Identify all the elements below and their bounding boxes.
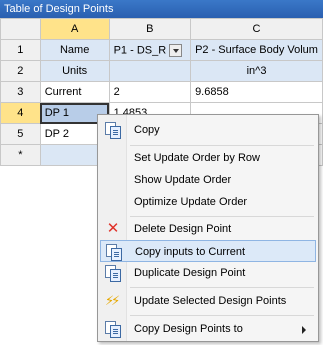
menu-item-set-update-order[interactable]: Set Update Order by Row <box>100 147 316 169</box>
column-header-b[interactable]: B <box>108 18 192 40</box>
menu-item-label: Copy inputs to Current <box>135 246 246 258</box>
corner-cell[interactable] <box>0 18 41 40</box>
menu-item-copy-design-points-to[interactable]: Copy Design Points to <box>100 318 316 340</box>
row-header-1[interactable]: 1 <box>0 39 41 61</box>
p2-units-cell[interactable]: in^3 <box>190 60 323 82</box>
menu-item-label: Update Selected Design Points <box>134 295 287 307</box>
copy-icon <box>105 122 121 139</box>
menu-item-label: Optimize Update Order <box>134 196 248 208</box>
row-header-4[interactable]: 4 <box>0 102 41 124</box>
menu-item-optimize-update-order[interactable]: Optimize Update Order <box>100 191 316 213</box>
p1-units-cell[interactable] <box>108 60 192 82</box>
row-header-new[interactable]: * <box>0 144 41 166</box>
dropdown-icon[interactable] <box>169 43 183 57</box>
delete-icon: ✕ <box>106 220 120 237</box>
copy-icon <box>105 265 121 282</box>
column-header-a[interactable]: A <box>39 18 110 40</box>
copy-icon <box>105 321 121 338</box>
menu-item-label: Duplicate Design Point <box>134 267 246 279</box>
row-header-3[interactable]: 3 <box>0 81 41 103</box>
menu-item-copy-inputs-to-current[interactable]: Copy inputs to Current <box>100 240 316 262</box>
units-label-cell: Units <box>39 60 110 82</box>
p2-header-cell[interactable]: P2 - Surface Body Volum <box>190 39 323 61</box>
window-title: Table of Design Points <box>0 0 323 18</box>
menu-separator <box>130 315 314 316</box>
menu-separator <box>130 145 314 146</box>
row-header-2[interactable]: 2 <box>0 60 41 82</box>
menu-separator <box>130 216 314 217</box>
menu-item-label: Copy Design Points to <box>134 323 243 335</box>
menu-separator <box>130 287 314 288</box>
menu-item-duplicate-design-point[interactable]: Duplicate Design Point <box>100 262 316 284</box>
menu-item-label: Delete Design Point <box>134 223 232 235</box>
menu-item-label: Copy <box>134 124 160 136</box>
menu-item-delete-design-point[interactable]: ✕ Delete Design Point <box>100 218 316 240</box>
p1-header-cell[interactable]: P1 - DS_R <box>108 39 192 61</box>
column-header-c[interactable]: C <box>190 18 323 40</box>
menu-item-label: Show Update Order <box>134 174 232 186</box>
menu-item-update-selected[interactable]: ⚡⚡ Update Selected Design Points <box>100 290 316 312</box>
context-menu: Copy Set Update Order by Row Show Update… <box>97 114 319 342</box>
row-header-5[interactable]: 5 <box>0 123 41 145</box>
name-cell[interactable]: Current <box>39 81 110 103</box>
p1-cell[interactable]: 2 <box>108 81 192 103</box>
menu-item-show-update-order[interactable]: Show Update Order <box>100 169 316 191</box>
submenu-arrow-icon <box>302 326 306 334</box>
copy-icon <box>106 244 122 261</box>
menu-item-copy[interactable]: Copy <box>100 119 316 141</box>
menu-item-label: Set Update Order by Row <box>134 152 260 164</box>
p2-cell[interactable]: 9.6858 <box>190 81 323 103</box>
name-header-cell[interactable]: Name <box>39 39 110 61</box>
lightning-icon: ⚡⚡ <box>105 293 120 308</box>
p1-header-label: P1 - DS_R <box>113 43 167 56</box>
